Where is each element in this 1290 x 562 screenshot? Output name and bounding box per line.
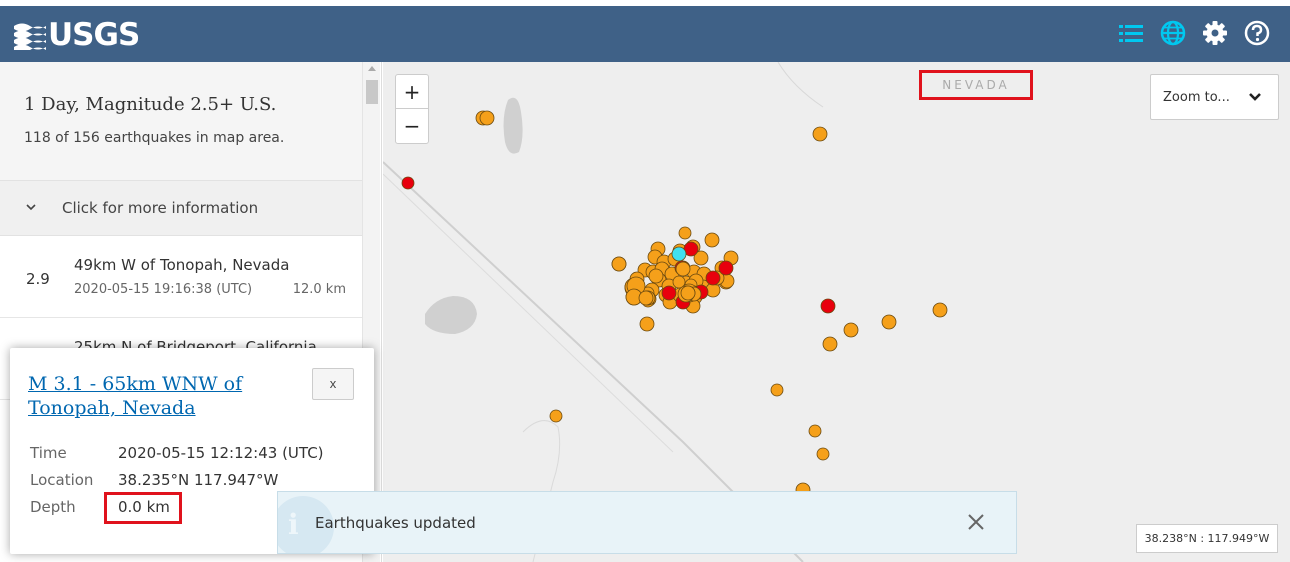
logo-text: USGS (48, 17, 140, 53)
earthquake-marker[interactable] (770, 383, 784, 397)
zoom-to-dropdown[interactable]: Zoom to... (1150, 74, 1279, 120)
lake-mono (425, 296, 477, 334)
earthquake-time: 2020-05-15 19:16:38 (UTC) (74, 282, 253, 297)
earthquake-marker[interactable] (648, 268, 664, 284)
zoom-out-button[interactable]: − (396, 109, 428, 143)
earthquake-marker[interactable] (816, 447, 830, 461)
earthquake-marker[interactable] (843, 322, 859, 338)
header-bar: USGS (0, 0, 1290, 62)
earthquake-marker[interactable] (812, 126, 828, 142)
list-item[interactable]: 2.9 49km W of Tonopah, Nevada 2020-05-15… (0, 236, 362, 318)
earthquake-marker[interactable] (932, 302, 948, 318)
earthquake-marker[interactable] (638, 290, 654, 306)
earthquake-marker[interactable] (639, 316, 655, 332)
earthquake-marker[interactable] (671, 246, 687, 262)
earthquake-place: 49km W of Tonopah, Nevada (74, 256, 290, 274)
zoom-to-label: Zoom to... (1163, 90, 1230, 105)
scroll-up-arrow-icon[interactable] (368, 66, 376, 71)
earthquake-marker[interactable] (549, 409, 563, 423)
earthquake-marker[interactable] (479, 110, 495, 126)
gear-icon[interactable] (1202, 20, 1228, 46)
earthquake-marker[interactable] (680, 285, 696, 301)
location-value: 38.235°N 117.947°W (118, 471, 279, 489)
earthquake-marker[interactable] (611, 256, 627, 272)
earthquake-depth: 12.0 km (292, 282, 346, 297)
chevron-down-icon (1249, 93, 1261, 101)
state-label: NEVADA (919, 70, 1033, 100)
zoom-in-button[interactable]: + (396, 75, 428, 109)
more-info-label: Click for more information (62, 199, 259, 217)
earthquake-marker[interactable] (820, 298, 836, 314)
earthquake-marker[interactable] (401, 176, 415, 190)
location-label: Location (30, 471, 94, 489)
help-icon[interactable] (1244, 20, 1270, 46)
more-info-toggle[interactable]: Click for more information (0, 180, 362, 236)
time-value: 2020-05-15 12:12:43 (UTC) (118, 444, 324, 462)
earthquake-marker[interactable] (675, 261, 691, 277)
chevron-down-icon (26, 204, 36, 211)
map-view[interactable]: + − NEVADA Zoom to... 38.238°N : 117.949… (383, 62, 1290, 562)
globe-icon[interactable] (1160, 20, 1186, 46)
lake-walker (503, 97, 523, 154)
list-title: 1 Day, Magnitude 2.5+ U.S. (24, 94, 277, 115)
earthquake-marker[interactable] (661, 285, 677, 301)
zoom-control: + − (395, 74, 429, 144)
depth-label: Depth (30, 498, 76, 516)
depth-value: 0.0 km (118, 498, 170, 516)
close-icon[interactable] (964, 510, 988, 534)
usgs-waves-icon (14, 23, 46, 50)
road-line (777, 62, 824, 108)
earthquake-marker[interactable] (704, 232, 720, 248)
earthquake-magnitude: 2.9 (26, 270, 50, 288)
popup-title-link[interactable]: M 3.1 - 65km WNW of Tonopah, Nevada (28, 372, 298, 420)
usgs-logo[interactable]: USGS (12, 16, 140, 54)
time-label: Time (30, 444, 67, 462)
earthquake-marker[interactable] (678, 226, 692, 240)
popup-close-button[interactable]: x (312, 368, 354, 400)
earthquake-marker[interactable] (881, 314, 897, 330)
earthquake-markers[interactable] (401, 110, 948, 498)
list-header: 1 Day, Magnitude 2.5+ U.S. 118 of 156 ea… (0, 62, 362, 180)
scrollbar-thumb[interactable] (366, 80, 378, 104)
earthquake-marker[interactable] (808, 424, 822, 438)
map-canvas[interactable] (383, 62, 1290, 562)
earthquake-marker[interactable] (822, 336, 838, 352)
list-icon[interactable] (1118, 20, 1144, 46)
notification-toast: i Earthquakes updated (277, 491, 1017, 554)
earthquake-marker[interactable] (718, 260, 734, 276)
list-count: 118 of 156 earthquakes in map area. (24, 130, 285, 146)
coordinate-readout: 38.238°N : 117.949°W (1136, 524, 1278, 553)
earthquake-marker[interactable] (705, 270, 721, 286)
toast-message: Earthquakes updated (315, 514, 476, 532)
